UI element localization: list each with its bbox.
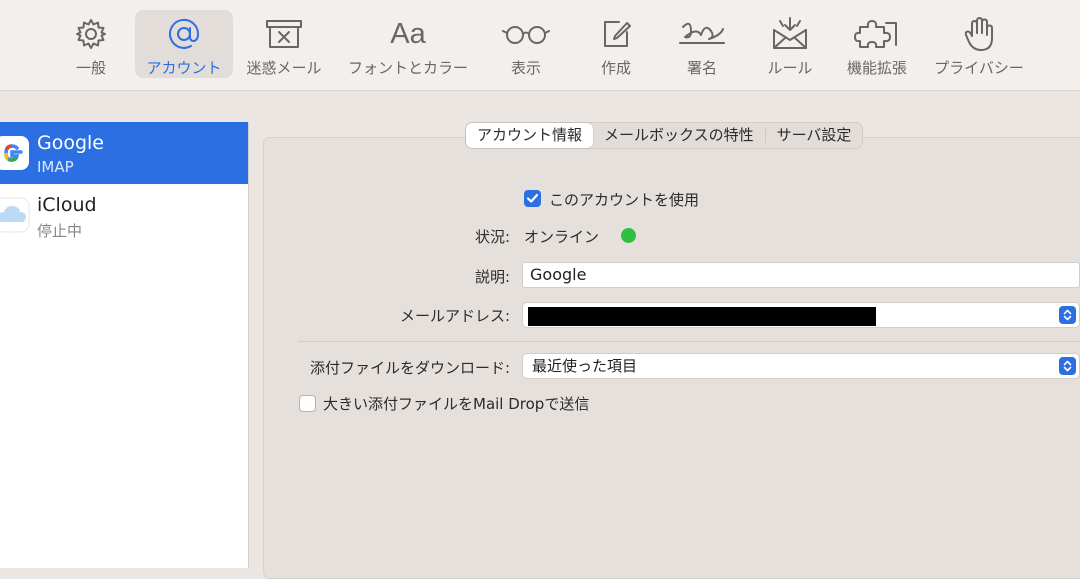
- use-account-checkbox[interactable]: [524, 190, 541, 207]
- checkmark-icon: [526, 193, 539, 203]
- status-value: オンライン: [524, 228, 600, 246]
- toolbar-signatures-label: 署名: [686, 59, 717, 77]
- settings-tabs: アカウント情報 メールボックスの特性 サーバ設定: [465, 122, 864, 149]
- toolbar-general-label: 一般: [75, 59, 106, 77]
- toolbar-viewing[interactable]: 表示: [498, 10, 554, 78]
- online-status-dot: [621, 228, 636, 243]
- hand-icon: [963, 14, 995, 54]
- account-type: IMAP: [37, 158, 74, 176]
- download-attachments-popup[interactable]: 最近使った項目: [522, 353, 1080, 379]
- accounts-sidebar: Google IMAP iCloud 停止中: [0, 122, 249, 568]
- puzzle-icon: [854, 14, 900, 54]
- toolbar-composing[interactable]: 作成: [588, 10, 644, 78]
- google-icon: [0, 135, 30, 175]
- redacted-email-bar: [528, 307, 876, 326]
- tab-mailbox-behaviors[interactable]: メールボックスの特性: [593, 123, 765, 148]
- rules-envelope-icon: [770, 14, 810, 54]
- glasses-icon: [501, 14, 551, 54]
- tab-account-info[interactable]: アカウント情報: [466, 123, 594, 148]
- icloud-icon: [0, 197, 30, 237]
- section-divider: [298, 341, 1080, 342]
- toolbar-extensions[interactable]: 機能拡張: [840, 10, 914, 78]
- toolbar-composing-label: 作成: [600, 59, 631, 77]
- toolbar-extensions-label: 機能拡張: [846, 59, 907, 77]
- maildrop-label: 大きい添付ファイルをMail Dropで送信: [323, 395, 590, 413]
- toolbar-rules-label: ルール: [767, 59, 813, 77]
- account-name: Google: [37, 132, 105, 154]
- description-input[interactable]: Google: [522, 262, 1080, 288]
- toolbar-fonts-colors-label: フォントとカラー: [347, 59, 468, 77]
- download-attachments-value: 最近使った項目: [532, 357, 638, 375]
- email-label: メールアドレス:: [399, 307, 510, 325]
- font-aa-glyph: Aa: [390, 17, 426, 50]
- toolbar-junk-label: 迷惑メール: [246, 59, 322, 77]
- download-attachments-label: 添付ファイルをダウンロード:: [309, 359, 510, 377]
- account-status: 停止中: [37, 222, 83, 240]
- toolbar-general[interactable]: 一般: [63, 10, 119, 78]
- toolbar-privacy-label: プライバシー: [934, 59, 1024, 77]
- account-name: iCloud: [37, 194, 97, 216]
- status-label: 状況:: [474, 228, 510, 246]
- account-row-icloud[interactable]: iCloud 停止中: [0, 184, 248, 246]
- maildrop-checkbox[interactable]: [299, 395, 316, 412]
- toolbar-privacy[interactable]: プライバシー: [930, 10, 1028, 78]
- at-sign-icon: [166, 14, 202, 54]
- account-row-google[interactable]: Google IMAP: [0, 122, 248, 184]
- description-label: 説明:: [474, 268, 510, 286]
- toolbar-accounts-label: アカウント: [146, 59, 222, 77]
- junk-box-icon: [264, 14, 304, 54]
- font-aa-icon: Aa: [390, 14, 425, 54]
- toolbar-junk[interactable]: 迷惑メール: [242, 10, 326, 78]
- toolbar-signatures[interactable]: 署名: [674, 10, 730, 78]
- tab-server-settings[interactable]: サーバ設定: [766, 123, 863, 148]
- popup-stepper-icon: [1059, 306, 1076, 324]
- popup-stepper-icon: [1059, 357, 1076, 375]
- preferences-toolbar: 一般 アカウント 迷惑メール Aa フォントとカラー 表示 作成 署名 ルール …: [0, 0, 1080, 91]
- toolbar-rules[interactable]: ルール: [762, 10, 818, 78]
- toolbar-viewing-label: 表示: [510, 59, 541, 77]
- toolbar-accounts[interactable]: アカウント: [135, 10, 233, 78]
- compose-icon: [599, 14, 633, 54]
- gear-icon: [74, 14, 108, 54]
- use-account-label: このアカウントを使用: [549, 191, 700, 209]
- signature-icon: [677, 14, 727, 54]
- toolbar-fonts-colors[interactable]: Aa フォントとカラー: [342, 10, 474, 78]
